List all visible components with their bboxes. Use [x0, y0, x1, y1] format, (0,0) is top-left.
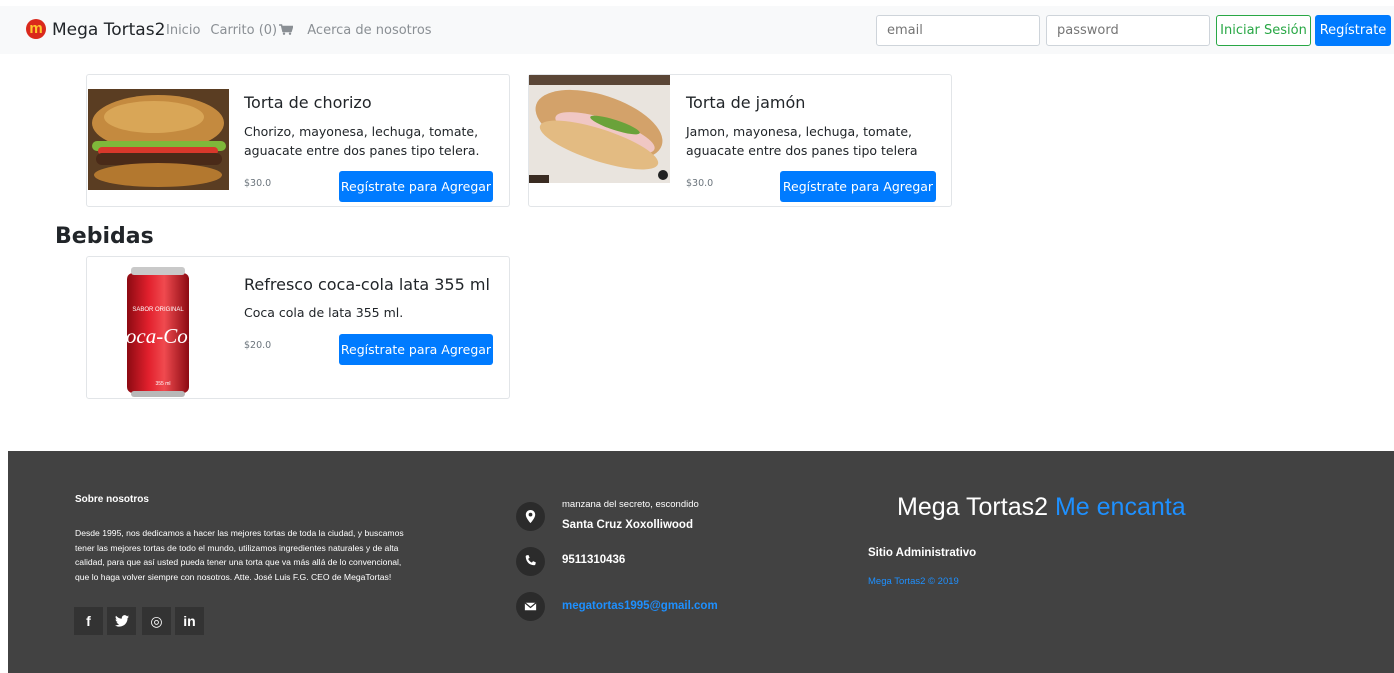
coca-cola-can-illustration: SABOR ORIGINAL Coca-Cola 355 ml [123, 267, 193, 397]
product-card: Torta de jamón Jamon, mayonesa, lechuga,… [528, 74, 952, 207]
copyright-text: Mega Tortas2 © 2019 [868, 576, 959, 587]
phone-glyph [525, 554, 536, 566]
product-title: Torta de chorizo [244, 93, 372, 112]
twitter-bird-glyph [114, 615, 129, 627]
footer: Sobre nosotros Desde 1995, nos dedicamos… [8, 451, 1394, 673]
footer-about-line: Desde 1995, nos dedicamos a hacer las me… [75, 528, 404, 538]
can-label-logo: Coca-Cola [123, 324, 193, 348]
torta-jamon-illustration [529, 75, 670, 183]
can-label-volume: 355 ml [155, 381, 170, 387]
product-title: Torta de jamón [686, 93, 806, 112]
brand-name[interactable]: Mega Tortas2 [52, 20, 165, 40]
facebook-icon[interactable]: f [74, 607, 103, 635]
torta-jamon-image [529, 75, 670, 183]
product-description-line: Jamon, mayonesa, lechuga, tomate, [686, 124, 913, 139]
nav-link-cart-label: Carrito (0) [210, 23, 278, 38]
product-description: Coca cola de lata 355 ml. [244, 305, 404, 320]
product-price: $20.0 [244, 340, 272, 351]
product-description-line: aguacate entre dos panes tipo telera. [244, 143, 480, 158]
navbar: m Mega Tortas2 Inicio Carrito (0) Acerca … [0, 6, 1394, 54]
mcdonalds-logo-icon[interactable]: m [26, 19, 46, 39]
product-description: Chorizo, mayonesa, lechuga, tomate, agua… [244, 122, 480, 160]
add-to-cart-button[interactable]: Regístrate para Agregar [339, 171, 493, 202]
phone-icon [516, 547, 545, 576]
add-to-cart-button[interactable]: Regístrate para Agregar [339, 334, 493, 365]
product-card: Torta de chorizo Chorizo, mayonesa, lech… [86, 74, 510, 207]
footer-about-line: calidad, para que así usted pueda tener … [75, 557, 402, 567]
footer-about-title: Sobre nosotros [75, 494, 149, 505]
nav-links: Inicio Carrito (0) Acerca de nosotros [166, 23, 442, 38]
cart-icon [279, 24, 294, 35]
product-description-line: aguacate entre dos panes tipo telera [686, 143, 918, 158]
footer-brand-accent: Me encanta [1054, 493, 1186, 521]
envelope-glyph [524, 602, 537, 611]
address-line-2: Santa Cruz Xoxolliwood [562, 519, 693, 531]
instagram-icon[interactable]: ◎ [142, 607, 171, 635]
add-to-cart-button[interactable]: Regístrate para Agregar [780, 171, 936, 202]
product-price: $30.0 [686, 178, 714, 189]
torta-chorizo-image [88, 89, 229, 190]
section-title-drinks: Bebidas [55, 224, 154, 249]
register-button[interactable]: Regístrate [1315, 15, 1391, 46]
product-price: $30.0 [244, 178, 272, 189]
coca-cola-can-image: SABOR ORIGINAL Coca-Cola 355 ml [123, 267, 193, 398]
email-input[interactable] [876, 15, 1040, 46]
nav-link-cart[interactable]: Carrito (0) [210, 23, 294, 38]
footer-about-line: tener las mejores tortas de todo el mund… [75, 542, 399, 553]
admin-site-link[interactable]: Sitio Administrativo [868, 547, 976, 559]
product-description-line: Chorizo, mayonesa, lechuga, tomate, [244, 124, 479, 139]
address-line-1: manzana del secreto, escondido [562, 499, 699, 510]
email-link[interactable]: megatortas1995@gmail.com [562, 600, 718, 612]
login-button[interactable]: Iniciar Sesión [1216, 15, 1311, 46]
product-description: Jamon, mayonesa, lechuga, tomate, aguaca… [686, 122, 918, 160]
torta-chorizo-illustration [88, 89, 229, 190]
linkedin-icon[interactable]: in [175, 607, 204, 635]
can-label-top: SABOR ORIGINAL [132, 307, 184, 313]
product-title: Refresco coca-cola lata 355 ml [244, 275, 490, 294]
nav-link-home[interactable]: Inicio [166, 23, 200, 38]
envelope-icon [516, 592, 545, 621]
footer-brand: Mega Tortas2 Me encanta [897, 493, 1186, 522]
location-pin-glyph [525, 509, 536, 524]
product-card: SABOR ORIGINAL Coca-Cola 355 ml Refresco… [86, 256, 510, 399]
location-pin-icon [516, 502, 545, 531]
footer-brand-main: Mega Tortas2 [897, 493, 1049, 521]
twitter-icon[interactable] [107, 607, 136, 635]
password-input[interactable] [1046, 15, 1210, 46]
footer-about-line: que lo haga volver siempre con nosotros.… [75, 571, 392, 582]
footer-about-text: Desde 1995, nos dedicamos a hacer las me… [75, 526, 495, 584]
phone-number: 9511310436 [562, 554, 626, 566]
nav-link-about[interactable]: Acerca de nosotros [307, 23, 431, 38]
